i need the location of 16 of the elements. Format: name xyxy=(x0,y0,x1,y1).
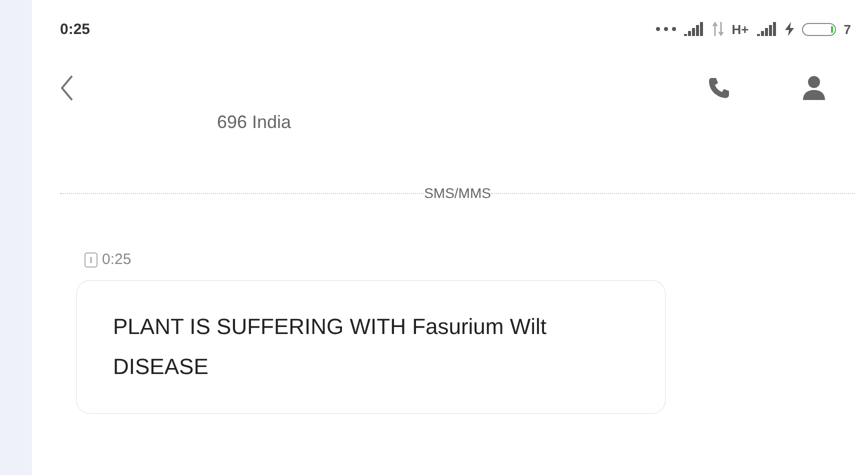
battery-percent: 7 xyxy=(844,22,851,36)
message-time: 0:25 xyxy=(102,251,132,268)
person-icon[interactable] xyxy=(803,76,825,100)
network-type: H+ xyxy=(732,22,749,36)
phone-icon[interactable] xyxy=(707,76,731,100)
data-arrows-icon xyxy=(712,22,724,36)
sim-icon xyxy=(84,252,98,268)
contact-name: 696 India xyxy=(217,112,292,133)
message-bubble: PLANT IS SUFFERING WITH Fasurium Wilt DISEASE xyxy=(76,280,666,414)
status-time: 0:25 xyxy=(60,20,90,38)
signal-icon xyxy=(756,22,777,36)
more-icon xyxy=(656,27,676,31)
signal-icon xyxy=(684,22,704,36)
back-icon[interactable] xyxy=(60,75,74,101)
divider-label: SMS/MMS xyxy=(424,185,491,201)
battery-icon xyxy=(802,22,836,36)
